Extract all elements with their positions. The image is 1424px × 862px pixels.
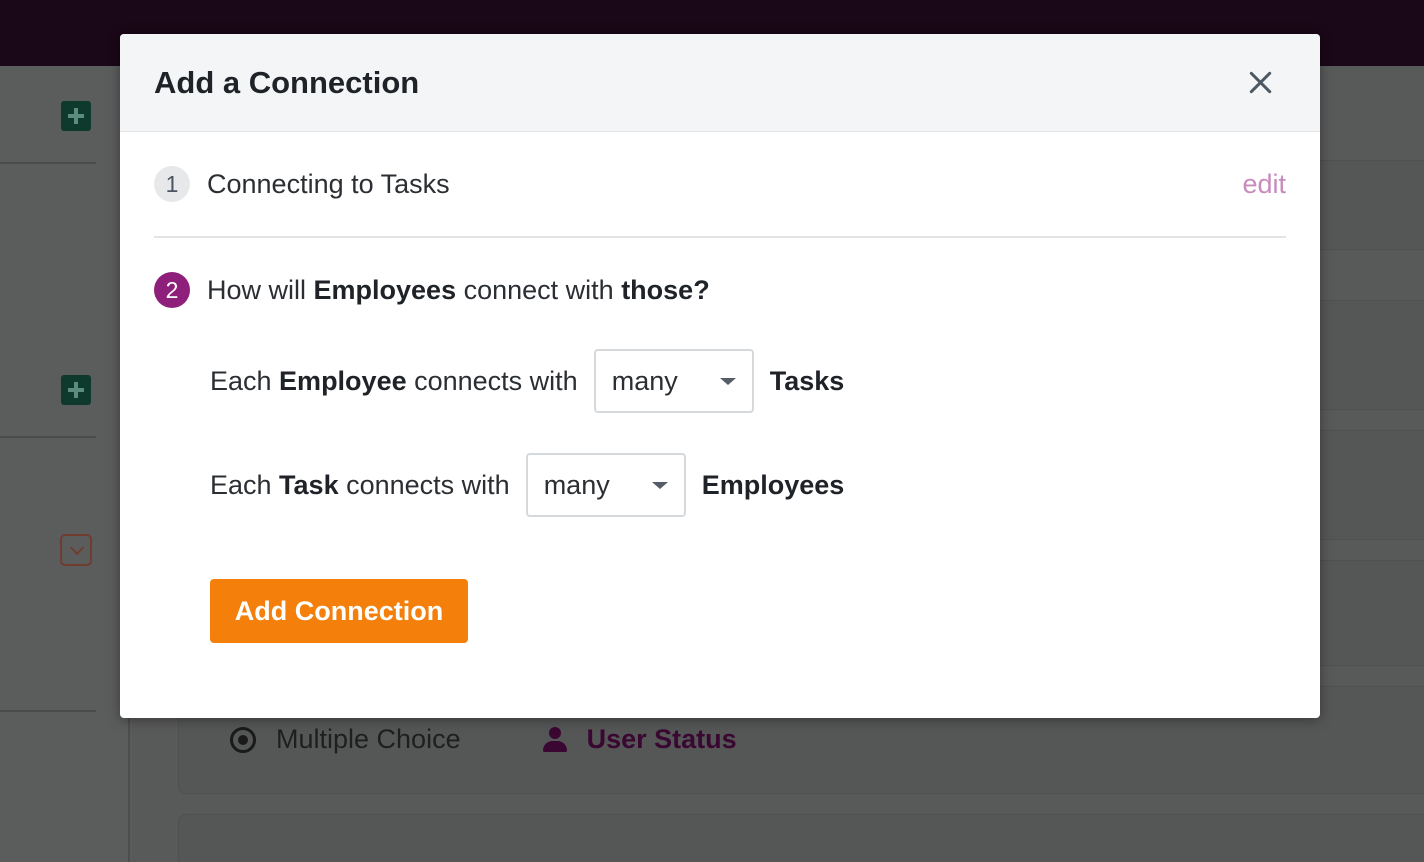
select-value: many xyxy=(543,469,610,500)
question-subject: Employees xyxy=(313,275,457,305)
field-card xyxy=(178,814,1424,862)
row-prefix: Each xyxy=(210,365,280,396)
modal-title: Add a Connection xyxy=(154,64,420,100)
chevron-down-icon xyxy=(719,377,736,385)
step-label: Connecting to Tasks xyxy=(207,169,450,199)
employee-connection-row: Each Employee connects with many Tasks xyxy=(210,349,844,413)
row-suffix: connects with xyxy=(338,469,510,500)
field-type-label: Multiple Choice xyxy=(276,724,461,754)
task-connection-row: Each Task connects with many Employees xyxy=(210,453,844,517)
app-sidebar xyxy=(0,66,130,862)
step-number: 1 xyxy=(154,166,190,202)
chevron-down-icon xyxy=(651,481,668,489)
add-connection-modal: Add a Connection 1 Connecting to Tasks e… xyxy=(120,34,1320,718)
field-name: User Status xyxy=(542,724,737,755)
row-target: Tasks xyxy=(769,365,845,396)
user-icon xyxy=(542,726,567,753)
step-connecting-to: 1 Connecting to Tasks edit xyxy=(154,166,1286,238)
employee-cardinality-select[interactable]: many xyxy=(593,349,754,413)
question-object: those? xyxy=(621,275,710,305)
row-text: Each Employee connects with xyxy=(210,366,578,397)
step-question: How will Employees connect with those? xyxy=(207,272,710,308)
row-suffix: connects with xyxy=(406,365,578,396)
field-row: Multiple Choice User Status xyxy=(230,724,737,755)
select-value: many xyxy=(611,365,678,396)
row-entity: Employee xyxy=(279,365,407,396)
modal-header: Add a Connection xyxy=(120,34,1320,132)
question-text: connect with xyxy=(456,275,622,305)
sidebar-divider xyxy=(0,710,96,712)
sidebar-divider xyxy=(0,436,96,438)
row-entity: Task xyxy=(279,469,339,500)
radio-icon xyxy=(230,726,256,753)
add-icon[interactable] xyxy=(61,101,91,131)
step-number: 2 xyxy=(154,272,190,308)
row-target: Employees xyxy=(701,469,845,500)
close-icon[interactable] xyxy=(1240,63,1280,103)
field-name-label: User Status xyxy=(586,724,737,754)
add-connection-button[interactable]: Add Connection xyxy=(210,579,468,643)
row-text: Each Task connects with xyxy=(210,470,510,501)
edit-link[interactable]: edit xyxy=(1242,166,1286,202)
step-connection-type: 2 How will Employees connect with those? xyxy=(154,272,710,308)
sidebar-divider xyxy=(0,162,96,164)
question-text: How will xyxy=(207,275,314,305)
task-cardinality-select[interactable]: many xyxy=(525,453,686,517)
add-icon[interactable] xyxy=(61,375,91,405)
chevron-down-icon[interactable] xyxy=(60,534,92,566)
row-prefix: Each xyxy=(210,469,280,500)
